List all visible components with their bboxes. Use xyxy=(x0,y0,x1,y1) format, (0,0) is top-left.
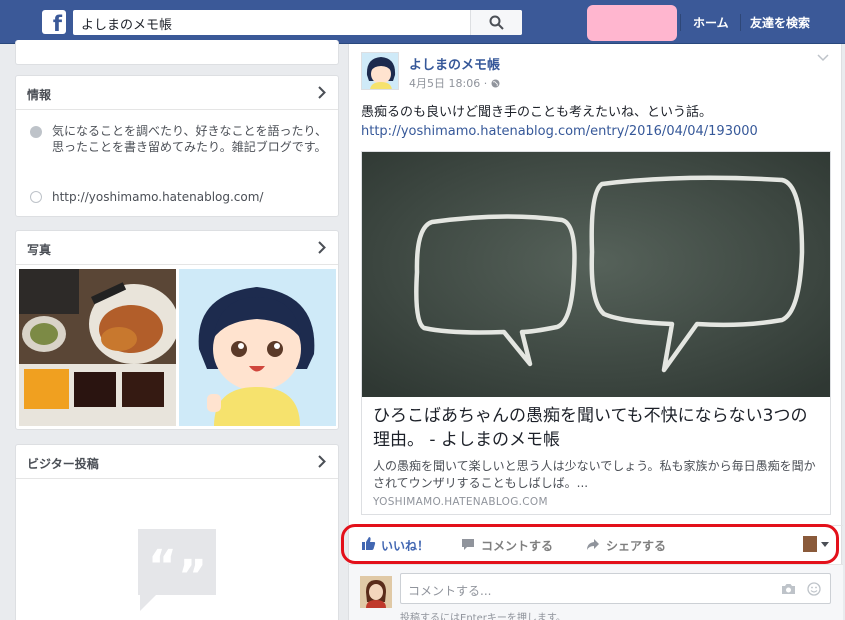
nav-separator xyxy=(740,14,741,31)
chevron-right-icon[interactable] xyxy=(318,241,326,254)
nav-home-link[interactable]: ホーム xyxy=(693,14,729,31)
facebook-logo[interactable]: f xyxy=(42,10,66,34)
comment-input[interactable]: コメントする... xyxy=(400,573,831,604)
info-title: 情報 xyxy=(27,88,52,102)
photo-thumbnail-illustration[interactable] xyxy=(179,269,336,426)
commenter-avatar[interactable] xyxy=(360,576,392,608)
girl-illustration-image xyxy=(179,269,336,426)
page-name-link[interactable]: よしまのメモ帳 xyxy=(409,54,500,73)
visitor-posts-title: ビジター投稿 xyxy=(27,457,99,471)
globe-icon xyxy=(30,191,42,203)
search-input[interactable]: よしまのメモ帳 xyxy=(81,14,172,33)
emoji-icon[interactable] xyxy=(807,582,821,596)
link-description: 人の愚痴を聞いて楽しいと思う人は少ないでしょう。私も家族から毎日愚痴を聞かされて… xyxy=(373,459,816,490)
avatar-image xyxy=(362,53,398,89)
food-photo-image xyxy=(19,269,176,426)
comment-placeholder: コメントする... xyxy=(408,584,492,598)
top-navigation-bar: f よしまのメモ帳 ホーム 友達を検索 xyxy=(0,0,845,44)
redacted-profile-block[interactable] xyxy=(587,5,677,41)
visitor-posts-header[interactable]: ビジター投稿 xyxy=(16,445,338,479)
camera-icon[interactable] xyxy=(781,583,796,595)
chalkboard-speech-bubbles-image xyxy=(362,152,830,397)
post-time-text: 4月5日 18:06 · xyxy=(409,77,491,90)
page-avatar[interactable] xyxy=(361,52,399,90)
search-box[interactable]: よしまのメモ帳 xyxy=(73,10,522,35)
chevron-right-icon[interactable] xyxy=(318,455,326,468)
post-timestamp[interactable]: 4月5日 18:06 · xyxy=(409,75,500,91)
search-button[interactable] xyxy=(470,10,522,35)
info-card-header[interactable]: 情報 xyxy=(16,76,338,110)
info-card: 情報 気になることを調べたり、好きなことを語ったり、思ったことを書き留めてみたり… xyxy=(15,75,339,217)
visitor-posts-card: ビジター投稿 “ ” xyxy=(15,444,339,620)
commenter-avatar-image xyxy=(360,576,392,608)
link-title[interactable]: ひろこばあちゃんの愚痴を聞いても不快にならない3つの理由。 - よしまのメモ帳 xyxy=(373,404,823,452)
comment-section: コメントする... 投稿するにはEnterキーを押します。 xyxy=(349,564,843,620)
post-message: 愚痴るのも良いけど聞き手のことも考えたいね、という話。 xyxy=(361,105,713,120)
info-icon xyxy=(30,126,42,138)
chevron-down-icon[interactable] xyxy=(817,54,829,62)
link-preview-card[interactable]: ひろこばあちゃんの愚痴を聞いても不快にならない3つの理由。 - よしまのメモ帳 … xyxy=(361,151,831,515)
link-domain: YOSHIMAMO.HATENABLOG.COM xyxy=(373,496,548,508)
previous-card xyxy=(15,40,339,65)
post-body: 愚痴るのも良いけど聞き手のことも考えたいね、という話。 http://yoshi… xyxy=(361,103,831,141)
search-icon xyxy=(489,15,504,30)
svg-text:“: “ xyxy=(148,541,177,592)
link-preview-image[interactable] xyxy=(362,152,830,397)
comment-enter-hint: 投稿するにはEnterキーを押します。 xyxy=(400,613,566,620)
svg-text:”: ” xyxy=(178,551,207,602)
photos-title: 写真 xyxy=(27,243,52,257)
website-link[interactable]: http://yoshimamo.hatenablog.com/ xyxy=(52,189,263,205)
globe-icon xyxy=(491,79,500,88)
nav-separator xyxy=(680,14,681,31)
photos-card: 写真 xyxy=(15,230,339,430)
quote-bubble-icon: “ ” xyxy=(138,529,216,611)
post-url-link[interactable]: http://yoshimamo.hatenablog.com/entry/20… xyxy=(361,122,831,141)
photos-card-header[interactable]: 写真 xyxy=(16,231,338,265)
highlight-annotation xyxy=(341,524,839,564)
photo-thumbnail-food[interactable] xyxy=(19,269,176,426)
nav-find-friends-link[interactable]: 友達を検索 xyxy=(750,14,810,31)
page-description: 気になることを調べたり、好きなことを語ったり、思ったことを書き留めてみたり。雑記… xyxy=(52,124,328,154)
chevron-right-icon[interactable] xyxy=(318,86,326,99)
